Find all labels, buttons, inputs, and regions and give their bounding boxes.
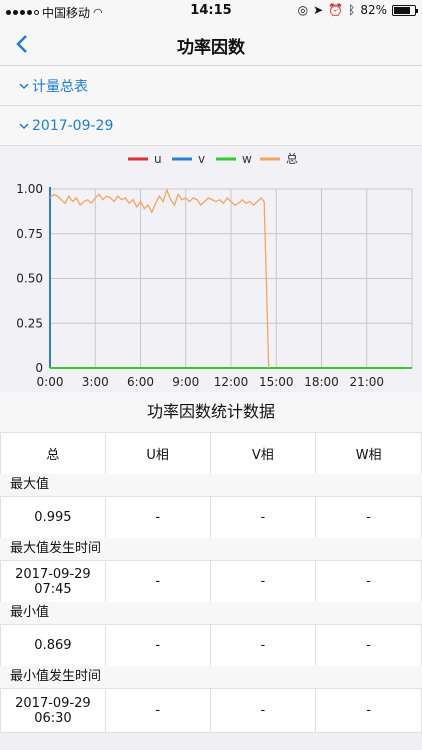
group-label-min-time: 最小值发生时间 — [0, 666, 422, 688]
stats-title: 功率因数统计数据 — [0, 392, 422, 432]
y-tick-label-1: 0.25 — [16, 316, 43, 330]
chart-svg: u v w 总 0 0.25 0.50 0.75 1.00 0:00 3:00 6:00 9:00 12:… — [16, 152, 413, 389]
date-selector[interactable]: 2017-09-29 — [0, 106, 422, 146]
page-title: 功率因数 — [177, 38, 245, 58]
group-label-max-time: 最大值发生时间 — [0, 538, 422, 560]
x-tick-label-7: 21:00 — [349, 375, 384, 389]
max-time-w: - — [315, 560, 422, 603]
header-v: V相 — [209, 432, 317, 475]
location-icon: ➤ — [313, 3, 324, 17]
min-w: - — [315, 624, 422, 667]
y-tick-label-3: 0.75 — [16, 227, 43, 241]
header-total: 总 — [0, 432, 106, 475]
stats-row-max-time: 2017-09-29 07:45 - - - — [0, 560, 422, 603]
chevron-down-icon — [19, 122, 29, 129]
chevron-down-icon — [19, 82, 29, 89]
max-w: - — [315, 496, 422, 539]
x-tick-label-5: 15:00 — [259, 375, 294, 389]
y-tick-label-4: 1.00 — [16, 182, 43, 196]
header-u: U相 — [104, 432, 211, 475]
battery-label: 82% — [360, 3, 387, 17]
min-time-v: - — [209, 688, 317, 733]
x-tick-label-1: 3:00 — [82, 375, 109, 389]
meter-selector[interactable]: 计量总表 — [0, 66, 422, 106]
stats-row-min: 0.869 - - - — [0, 624, 422, 667]
x-tick-label-2: 6:00 — [127, 375, 154, 389]
orientation-lock-icon: ◎ — [297, 3, 309, 17]
y-tick-label-2: 0.50 — [16, 272, 43, 286]
min-time-total: 2017-09-29 06:30 — [0, 688, 106, 733]
status-bar: 中国移动 ◠ 14:15 ◎ ➤ ⏰ ᛒ 82% — [0, 0, 422, 22]
bluetooth-icon: ᛒ — [348, 3, 356, 17]
y-tick-label-0: 0 — [35, 361, 43, 375]
stats-row-max: 0.995 - - - — [0, 496, 422, 539]
max-time-u: - — [104, 560, 211, 603]
group-label-max: 最大值 — [0, 474, 422, 496]
max-time-total: 2017-09-29 07:45 — [0, 560, 106, 603]
min-v: - — [209, 624, 317, 667]
x-tick-label-4: 12:00 — [214, 375, 249, 389]
date-label: 2017-09-29 — [32, 117, 114, 134]
battery-icon — [392, 4, 418, 16]
alarm-icon: ⏰ — [328, 3, 344, 17]
group-label-min: 最小值 — [0, 602, 422, 624]
header-w: W相 — [315, 432, 422, 475]
x-tick-label-0: 0:00 — [37, 375, 64, 389]
max-u: - — [104, 496, 211, 539]
min-time-u: - — [104, 688, 211, 733]
max-v: - — [209, 496, 317, 539]
x-tick-label-6: 18:00 — [304, 375, 339, 389]
legend-label-1: v — [198, 152, 205, 166]
max-total: 0.995 — [0, 496, 106, 539]
power-factor-chart: u v w 总 0 0.25 0.50 0.75 1.00 0:00 3:00 6:00 9:00 12:… — [0, 146, 422, 391]
max-time-v: - — [209, 560, 317, 603]
min-time-w: - — [315, 688, 422, 733]
x-tick-label-3: 9:00 — [172, 375, 199, 389]
min-u: - — [104, 624, 211, 667]
stats-header: 总 U相 V相 W相 — [0, 432, 422, 475]
legend-label-3: 总 — [286, 152, 298, 166]
legend-label-0: u — [154, 152, 162, 166]
min-total: 0.869 — [0, 624, 106, 667]
legend-label-2: w — [242, 152, 252, 166]
stats-row-min-time: 2017-09-29 06:30 - - - — [0, 688, 422, 733]
nav-bar: 功率因数 — [0, 22, 422, 66]
meter-label: 计量总表 — [32, 78, 88, 95]
